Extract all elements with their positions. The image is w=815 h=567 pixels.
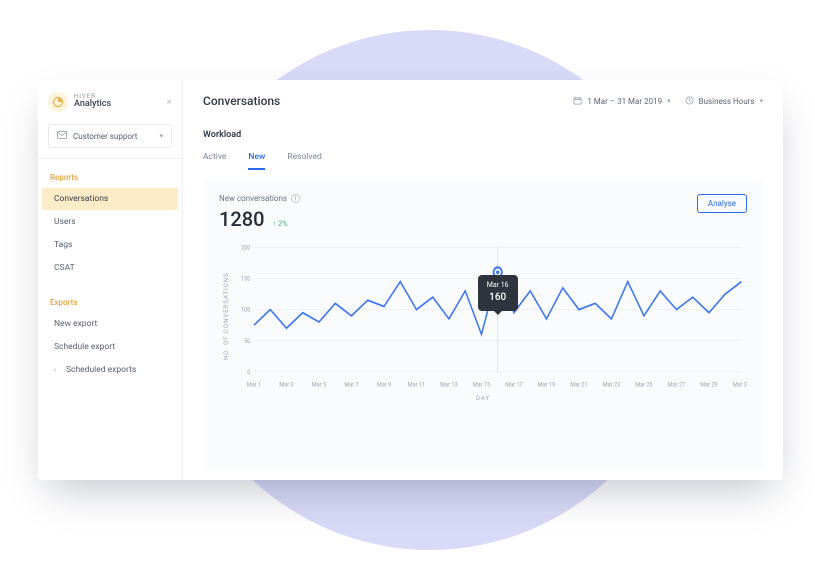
svg-text:Mar 17: Mar 17 [505,381,523,388]
tab-new[interactable]: New [248,152,265,170]
svg-text:Mar 21: Mar 21 [570,381,587,388]
sidebar-item-schedule-export[interactable]: Schedule export [42,336,178,358]
chart-panel: New conversations i 1280 ↑ 2% Analyse NO… [203,180,763,470]
close-icon[interactable]: × [167,97,172,108]
svg-text:Mar 23: Mar 23 [603,381,620,388]
svg-text:Mar 27: Mar 27 [668,381,686,388]
app-window: HIVER Analytics × Customer support ▾ Rep… [38,80,783,480]
date-range-picker[interactable]: 1 Mar – 31 Mar 2019 ▾ [573,96,670,107]
svg-text:Mar 3: Mar 3 [279,381,293,388]
tab-active[interactable]: Active [203,152,226,170]
svg-text:Mar 25: Mar 25 [635,381,653,388]
chevron-right-icon: › [54,366,60,374]
svg-text:Mar 15: Mar 15 [473,381,491,388]
svg-text:Mar 9: Mar 9 [377,381,391,388]
chevron-down-icon: ▾ [159,132,163,140]
page-title: Conversations [203,94,280,108]
calendar-icon [573,96,582,107]
metric-delta: ↑ 2% [272,219,287,228]
sidebar-item-label: Scheduled exports [66,365,136,375]
sidebar-item-users[interactable]: Users [42,211,178,233]
sidebar-item-label: Schedule export [54,342,115,352]
svg-text:Mar 5: Mar 5 [312,381,327,388]
svg-text:Mar 29: Mar 29 [700,381,717,388]
clock-icon [685,96,694,107]
svg-text:Mar 1: Mar 1 [247,381,261,388]
workload-tabs: Active New Resolved [203,152,763,170]
section-exports-label: Exports [38,294,182,313]
svg-text:0: 0 [247,369,251,376]
main-content: Conversations 1 Mar – 31 Mar 2019 ▾ Busi… [183,80,783,480]
brand-logo-icon [48,92,68,112]
metric-label: New conversations [219,194,287,203]
svg-text:50: 50 [244,337,251,344]
chart-area[interactable]: 0 50 100 150 200 Mar 1 Mar 3 Mar 5 Mar 7 Mar 9 Mar… [230,241,747,391]
sidebar-item-scheduled-exports[interactable]: › Scheduled exports [42,359,178,381]
hours-mode-label: Business Hours [699,97,755,106]
tab-resolved[interactable]: Resolved [287,152,321,170]
sidebar: HIVER Analytics × Customer support ▾ Rep… [38,80,183,480]
svg-text:Mar 13: Mar 13 [440,381,457,388]
chart-ylabel: NO. OF CONVERSATIONS [219,241,230,391]
mailbox-selector-label: Customer support [73,132,137,141]
svg-text:Mar 31: Mar 31 [733,381,747,388]
chart-xlabel: DAY [219,395,747,402]
sidebar-item-label: New export [54,319,97,329]
chevron-down-icon: ▾ [759,97,763,105]
sidebar-item-new-export[interactable]: New export [42,313,178,335]
date-range-label: 1 Mar – 31 Mar 2019 [587,97,662,106]
section-reports-label: Reports [38,169,182,188]
svg-text:Mar 19: Mar 19 [538,381,555,388]
analyse-button[interactable]: Analyse [697,194,747,213]
chevron-down-icon: ▾ [667,97,671,105]
topbar: Conversations 1 Mar – 31 Mar 2019 ▾ Busi… [203,94,763,108]
sidebar-item-csat[interactable]: CSAT [42,257,178,279]
brand-title: Analytics [74,100,111,110]
svg-text:Mar 7: Mar 7 [344,381,359,388]
workload-subhead: Workload [203,130,763,140]
svg-text:Mar 11: Mar 11 [408,381,425,388]
info-icon[interactable]: i [291,194,300,203]
brand-row: HIVER Analytics × [38,80,182,120]
sidebar-item-conversations[interactable]: Conversations [42,188,178,210]
metric-value: 1280 [219,207,264,231]
sidebar-item-tags[interactable]: Tags [42,234,178,256]
svg-text:200: 200 [241,244,251,251]
svg-text:150: 150 [241,275,251,282]
hours-mode-picker[interactable]: Business Hours ▾ [685,96,763,107]
svg-text:100: 100 [241,306,251,313]
mail-icon [57,131,67,141]
mailbox-selector[interactable]: Customer support ▾ [48,124,172,148]
